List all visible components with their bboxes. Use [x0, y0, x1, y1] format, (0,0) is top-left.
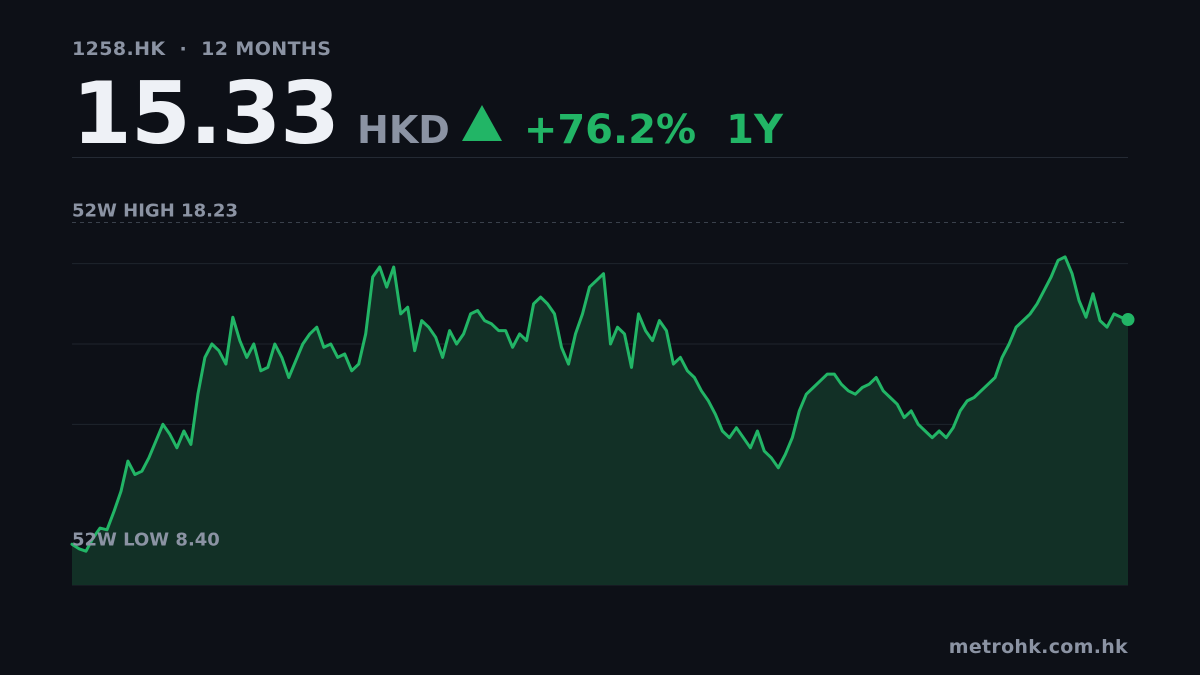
52w-low-value: 8.40 — [169, 530, 220, 551]
last-price-marker — [1121, 313, 1135, 327]
52w-high-label-text: 52W HIGH — [72, 200, 175, 221]
price-area-fill — [72, 256, 1128, 585]
52w-low-label-text: 52W LOW — [72, 530, 169, 551]
price-chart: 52W HIGH 18.23 52W LOW 8.40 — [70, 200, 1135, 586]
52w-high-label: 52W HIGH 18.23 — [72, 200, 238, 221]
source-credit: metrohk.com.hk — [948, 636, 1128, 658]
52w-high-value: 18.23 — [175, 200, 238, 221]
52w-low-label: 52W LOW 8.40 — [72, 530, 220, 551]
